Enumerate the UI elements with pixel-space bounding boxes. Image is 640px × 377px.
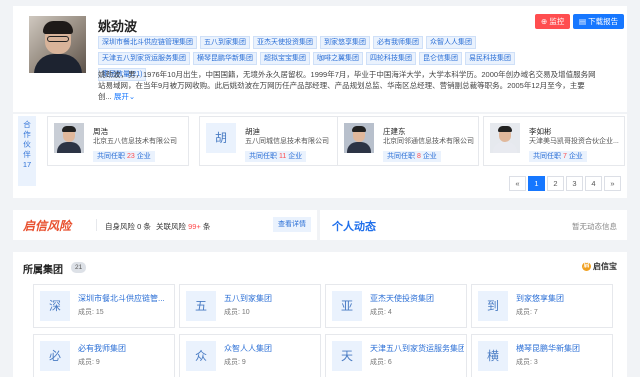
brand-logo: 启启信宝 xyxy=(582,262,617,272)
person-name: 姚劲波 xyxy=(98,19,138,34)
group-tag[interactable]: 必有我师集团 xyxy=(373,36,423,49)
group-tag[interactable]: 亚杰天使投资集团 xyxy=(253,36,317,49)
group-avatar: 深 xyxy=(40,291,70,321)
group-card[interactable]: 深 深圳市餐北斗供应链管... 成员: 15 xyxy=(33,284,175,328)
group-name[interactable]: 五八到家集团 xyxy=(224,293,318,304)
dynamics-title: 个人动态 xyxy=(332,221,376,233)
partner-card[interactable]: 周浩 北京五八信息技术有限公司 共同任职 23 企业 xyxy=(47,116,189,166)
group-card[interactable]: 横 横琴昆鹏华新集团 成员: 3 xyxy=(471,334,613,377)
monitor-button[interactable]: ⊕ 监控 xyxy=(535,14,571,29)
group-card[interactable]: 五 五八到家集团 成员: 10 xyxy=(179,284,321,328)
group-tag[interactable]: 咖啡之翼集团 xyxy=(313,52,363,65)
group-name[interactable]: 横琴昆鹏华新集团 xyxy=(516,343,610,354)
group-card[interactable]: 众 众智人人集团 成员: 9 xyxy=(179,334,321,377)
group-avatar: 五 xyxy=(186,291,216,321)
group-tag[interactable]: 四轮科技集团 xyxy=(366,52,416,65)
partner-avatar xyxy=(54,123,84,153)
bio-expand-link[interactable]: 展开 xyxy=(114,92,129,101)
partner-avatar xyxy=(344,123,374,153)
group-card[interactable]: 天 天津五八到家货运服务集团 成员: 6 xyxy=(325,334,467,377)
group-members: 成员: 15 xyxy=(78,309,104,316)
group-members: 成员: 4 xyxy=(370,309,392,316)
self-risk[interactable]: 自身风险 0 条 xyxy=(105,221,151,232)
risk-detail-button[interactable]: 查看详情 xyxy=(273,217,311,232)
page-button-3[interactable]: 3 xyxy=(566,176,583,191)
partner-card[interactable]: 李如彬 天津美马凯哥投资合伙企业... 共同任职 7 企业 xyxy=(483,116,625,166)
group-name[interactable]: 天津五八到家货运服务集团 xyxy=(370,343,464,354)
dynamics-section: 个人动态 暂无动态信息 xyxy=(320,210,627,240)
dynamics-empty-text: 暂无动态信息 xyxy=(572,222,617,231)
group-avatar: 到 xyxy=(478,291,508,321)
partner-badge: 共同任职 8 企业 xyxy=(383,151,441,162)
partner-badge: 共同任职 23 企业 xyxy=(93,151,155,162)
page-button-4[interactable]: 4 xyxy=(585,176,602,191)
risk-section: 启信风险 自身风险 0 条 关联风险 99+ 条 查看详情 xyxy=(13,210,317,240)
partners-pagination: « 1 2 3 4 » xyxy=(509,176,621,191)
group-tag[interactable]: 昆仑信集团 xyxy=(419,52,462,65)
group-tag[interactable]: 到家悠享集团 xyxy=(320,36,370,49)
partner-card[interactable]: 庄建东 北京同邻通信息技术有限公司 共同任职 8 企业 xyxy=(337,116,479,166)
group-avatar: 天 xyxy=(332,341,362,371)
group-members: 成员: 7 xyxy=(516,309,538,316)
group-tag[interactable]: 天津五八到家货运服务集团 xyxy=(98,52,190,65)
groups-count-badge: 21 xyxy=(71,262,87,273)
group-members: 成员: 9 xyxy=(78,359,100,366)
group-name[interactable]: 必有我师集团 xyxy=(78,343,172,354)
prev-page-button[interactable]: « xyxy=(509,176,526,191)
partners-section: 合作伙伴 17 周浩 北京五八信息技术有限公司 共同任职 23 企业 胡 胡迪 … xyxy=(13,114,627,198)
partners-count: 17 xyxy=(22,160,32,169)
profile-card: 姚劲波 ⊕ 监控 ▤ 下载报告 深圳市餐北斗供应链管理集团 五八到家集团 亚杰天… xyxy=(13,6,627,112)
group-name[interactable]: 众智人人集团 xyxy=(224,343,318,354)
group-card[interactable]: 亚 亚杰天使投资集团 成员: 4 xyxy=(325,284,467,328)
group-members: 成员: 6 xyxy=(370,359,392,366)
group-members: 成员: 10 xyxy=(224,309,250,316)
next-page-button[interactable]: » xyxy=(604,176,621,191)
group-tag[interactable]: 超拟宝宝集团 xyxy=(260,52,310,65)
group-avatar: 必 xyxy=(40,341,70,371)
group-name[interactable]: 深圳市餐北斗供应链管... xyxy=(78,293,172,304)
group-avatar: 横 xyxy=(478,341,508,371)
group-tag[interactable]: 深圳市餐北斗供应链管理集团 xyxy=(98,36,197,49)
partner-avatar xyxy=(490,123,520,153)
group-tag[interactable]: 众智人人集团 xyxy=(426,36,476,49)
group-tag[interactable]: 易民科技集团 xyxy=(465,52,515,65)
group-members: 成员: 9 xyxy=(224,359,246,366)
divider xyxy=(96,219,97,231)
download-report-button[interactable]: ▤ 下载报告 xyxy=(573,14,625,29)
person-avatar xyxy=(29,16,86,73)
partner-company: 五八同城信息技术有限公司 xyxy=(245,138,329,145)
partners-tab[interactable]: 合作伙伴 17 xyxy=(18,116,36,186)
partner-company: 北京五八信息技术有限公司 xyxy=(93,138,177,145)
risk-logo: 启信风险 xyxy=(23,219,72,233)
person-bio: 姚劲波，男，1976年10月出生，中国国籍，无境外永久居留权。1999年7月，毕… xyxy=(98,70,596,101)
partner-company: 北京同邻通信息技术有限公司 xyxy=(383,138,474,145)
partner-company: 天津美马凯哥投资合伙企业... xyxy=(529,138,619,145)
page-button-2[interactable]: 2 xyxy=(547,176,564,191)
brand-icon: 启 xyxy=(582,262,591,272)
group-avatar: 众 xyxy=(186,341,216,371)
group-name[interactable]: 亚杰天使投资集团 xyxy=(370,293,464,304)
group-tag[interactable]: 横琴昆鹏华新集团 xyxy=(193,52,257,65)
page-button-1[interactable]: 1 xyxy=(528,176,545,191)
group-card[interactable]: 必 必有我师集团 成员: 9 xyxy=(33,334,175,377)
partner-avatar: 胡 xyxy=(206,123,236,153)
group-avatar: 亚 xyxy=(332,291,362,321)
group-members: 成员: 3 xyxy=(516,359,538,366)
groups-title: 所属集团 xyxy=(23,265,63,276)
group-card[interactable]: 到 到家悠享集团 成员: 7 xyxy=(471,284,613,328)
group-tag[interactable]: 五八到家集团 xyxy=(200,36,250,49)
groups-section: 所属集团 21 启启信宝 深 深圳市餐北斗供应链管... 成员: 15 五 五八… xyxy=(13,252,627,377)
partner-badge: 共同任职 11 企业 xyxy=(245,151,307,162)
related-risk[interactable]: 关联风险 99+ 条 xyxy=(156,221,210,232)
group-name[interactable]: 到家悠享集团 xyxy=(516,293,610,304)
partner-badge: 共同任职 7 企业 xyxy=(529,151,587,162)
partner-card[interactable]: 胡 胡迪 五八同城信息技术有限公司 共同任职 11 企业 xyxy=(199,116,341,166)
chevron-down-icon[interactable]: ⌄ xyxy=(129,92,135,101)
